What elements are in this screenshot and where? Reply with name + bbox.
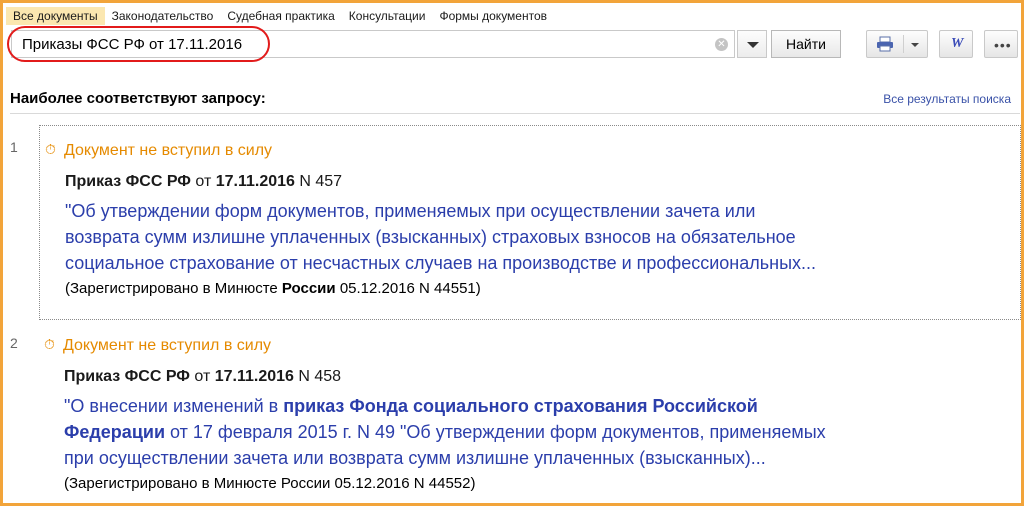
date-prefix: от xyxy=(194,368,211,385)
description-line: "Об утверждении форм документов, применя… xyxy=(65,201,756,221)
search-category-tabs: Все документы Законодательство Судебная … xyxy=(6,6,554,26)
find-button[interactable]: Найти xyxy=(771,30,841,58)
description-line: при осуществлении зачета или возврата су… xyxy=(64,448,766,468)
printer-icon xyxy=(877,36,893,52)
description-line: социальное страхование от несчастных слу… xyxy=(65,253,817,273)
tab-consultations[interactable]: Консультации xyxy=(342,7,433,25)
stopwatch-icon: ⏱ xyxy=(45,141,56,157)
document-title[interactable]: Приказ ФСС РФ от 17.11.2016 N 457 xyxy=(65,173,342,191)
document-type: Приказ ФСС РФ xyxy=(64,368,190,385)
description-text: "О внесении изменений в xyxy=(64,396,279,416)
tab-legislation[interactable]: Законодательство xyxy=(105,7,221,25)
date-prefix: от xyxy=(195,173,212,190)
stopwatch-icon: ⏱ xyxy=(44,336,55,352)
description-highlight: Федерации xyxy=(64,422,166,442)
all-results-link[interactable]: Все результаты поиска xyxy=(883,92,1011,106)
registration-suffix: 05.12.2016 N 44551) xyxy=(339,280,481,297)
results-heading: Наиболее соответствуют запросу: xyxy=(10,90,266,107)
word-icon: W xyxy=(951,36,964,51)
document-number: N 458 xyxy=(298,368,342,385)
document-type: Приказ ФСС РФ xyxy=(65,173,191,190)
print-button[interactable] xyxy=(866,30,928,58)
search-history-dropdown-button[interactable] xyxy=(737,30,767,58)
print-button-separator xyxy=(903,35,904,53)
description-line: "О внесении изменений в приказ Фонда соц… xyxy=(64,393,984,419)
registration-highlight: России xyxy=(281,280,336,297)
search-input[interactable]: Приказы ФСС РФ от 17.11.2016 ✕ xyxy=(11,30,735,58)
tab-court-practice[interactable]: Судебная практика xyxy=(220,7,341,25)
description-line: Федерации от 17 февраля 2015 г. N 49 "Об… xyxy=(64,419,984,445)
result-number: 1 xyxy=(10,139,18,155)
document-date: 17.11.2016 xyxy=(215,173,295,190)
tab-all-documents[interactable]: Все документы xyxy=(6,7,105,25)
document-description[interactable]: "Об утверждении форм документов, применя… xyxy=(65,198,985,276)
description-highlight: приказ Фонда социального страхования Рос… xyxy=(283,396,758,416)
divider xyxy=(10,113,1020,114)
app-window: Все документы Законодательство Судебная … xyxy=(0,0,1024,506)
result-card[interactable]: ⏱ Документ не вступил в силу Приказ ФСС … xyxy=(39,321,1021,506)
document-title[interactable]: Приказ ФСС РФ от 17.11.2016 N 458 xyxy=(64,368,341,386)
status-text: Документ не вступил в силу xyxy=(64,142,273,159)
document-number: N 457 xyxy=(299,173,343,190)
export-word-button[interactable]: W xyxy=(939,30,973,58)
ellipsis-icon: ••• xyxy=(994,37,1012,53)
description-line: возврата сумм излишне уплаченных (взыска… xyxy=(65,227,796,247)
status-text: Документ не вступил в силу xyxy=(63,337,272,354)
registration-info: (Зарегистрировано в Минюсте России 05.12… xyxy=(64,475,476,492)
description-text: от 17 февраля 2015 г. N 49 "Об утвержден… xyxy=(170,422,826,442)
document-description[interactable]: "О внесении изменений в приказ Фонда соц… xyxy=(64,393,984,471)
clear-icon[interactable]: ✕ xyxy=(715,38,728,51)
registration-info: (Зарегистрировано в Минюсте России 05.12… xyxy=(65,280,481,297)
more-options-button[interactable]: ••• xyxy=(984,30,1018,58)
result-card[interactable]: ⏱ Документ не вступил в силу Приказ ФСС … xyxy=(39,125,1021,320)
registration-prefix: (Зарегистрировано в Минюсте xyxy=(65,280,278,297)
search-input-value: Приказы ФСС РФ от 17.11.2016 xyxy=(22,36,243,53)
chevron-down-icon xyxy=(747,42,759,48)
tab-document-forms[interactable]: Формы документов xyxy=(432,7,554,25)
chevron-down-icon[interactable] xyxy=(911,43,919,47)
result-number: 2 xyxy=(10,335,18,351)
document-date: 17.11.2016 xyxy=(214,368,294,385)
